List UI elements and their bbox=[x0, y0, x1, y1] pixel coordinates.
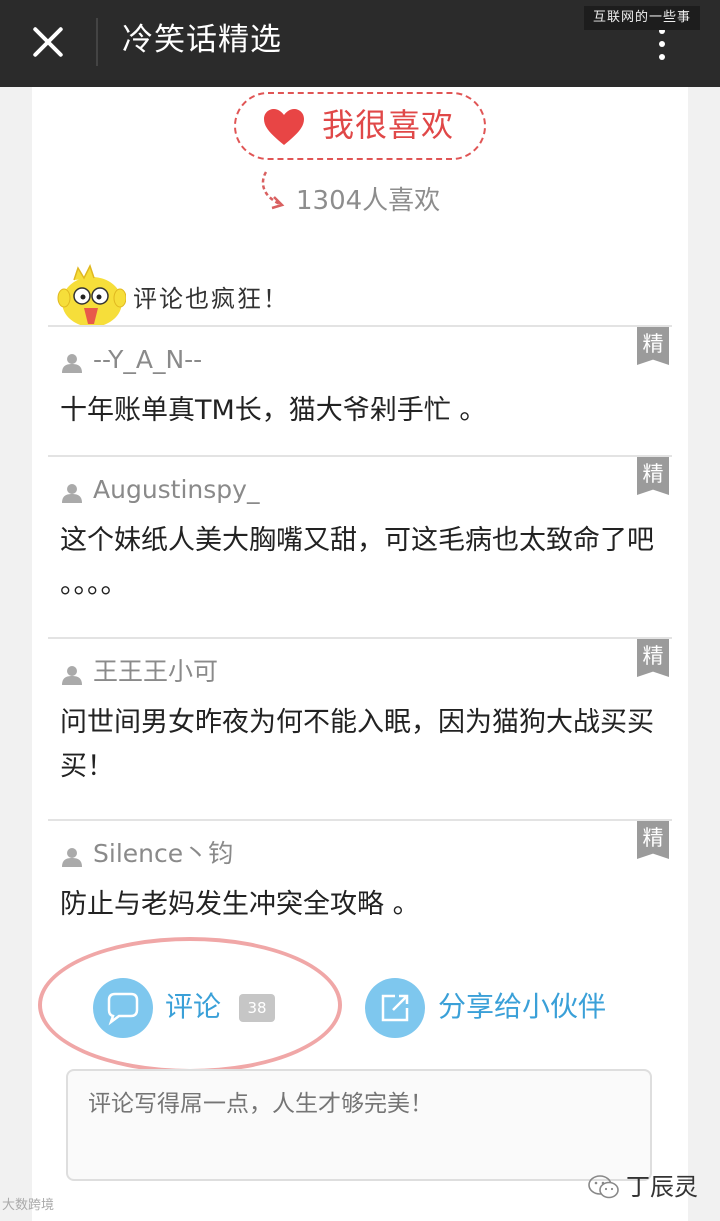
comment-input[interactable] bbox=[66, 1069, 652, 1181]
comment-text: 这个妹纸人美大胸嘴又甜，可这毛病也太致命了吧 。。。。 bbox=[60, 525, 654, 600]
like-count: 1304人喜欢 bbox=[296, 186, 441, 216]
user-icon bbox=[62, 848, 82, 867]
featured-badge: 精 bbox=[637, 639, 669, 677]
comment-username[interactable]: Silence丶钧 bbox=[93, 837, 233, 871]
page-title: 冷笑话精选 bbox=[122, 22, 282, 58]
share-button[interactable]: 分享给小伙伴 bbox=[365, 978, 625, 1038]
wechat-logo-icon bbox=[588, 1175, 619, 1199]
close-icon[interactable] bbox=[18, 14, 78, 74]
like-label[interactable]: 我很喜欢 bbox=[322, 102, 454, 148]
comment-text: 问世间男女昨夜为何不能入眠，因为猫狗大战买买买！ bbox=[60, 707, 654, 782]
comment-bubble-icon bbox=[93, 978, 153, 1038]
comment-item: Silence丶钧 防止与老妈发生冲突全攻略 。 精 bbox=[48, 821, 672, 931]
mascot-chick-icon bbox=[57, 264, 126, 327]
curved-arrow-icon bbox=[261, 171, 285, 210]
comment-count-badge: 38 bbox=[239, 994, 275, 1022]
user-icon bbox=[62, 484, 82, 503]
comment-username[interactable]: --Y_A_N-- bbox=[93, 343, 202, 377]
comment-text: 防止与老妈发生冲突全攻略 。 bbox=[60, 889, 420, 920]
comment-item: Augustinspy_ 这个妹纸人美大胸嘴又甜，可这毛病也太致命了吧 。。。。… bbox=[48, 457, 672, 637]
user-icon bbox=[62, 666, 82, 685]
comment-username[interactable]: 王王王小可 bbox=[93, 655, 218, 689]
comment-label[interactable]: 评论 bbox=[165, 987, 221, 1027]
share-icon bbox=[365, 978, 425, 1038]
comment-username[interactable]: Augustinspy_ bbox=[93, 473, 259, 507]
featured-badge: 精 bbox=[637, 457, 669, 495]
top-watermark: 互联网的一些事 bbox=[584, 6, 701, 30]
comments-heading: 评论也疯狂！ bbox=[133, 285, 289, 313]
bottom-left-watermark: 大数跨境 bbox=[2, 1198, 55, 1213]
heart-icon bbox=[264, 109, 304, 145]
topbar-divider bbox=[96, 18, 98, 66]
featured-badge: 精 bbox=[637, 821, 669, 859]
comment-button[interactable]: 评论 38 bbox=[93, 978, 283, 1038]
user-icon bbox=[62, 354, 82, 373]
comment-item: 王王王小可 问世间男女昨夜为何不能入眠，因为猫狗大战买买买！ 精 bbox=[48, 639, 672, 819]
comment-item: --Y_A_N-- 十年账单真TM长，猫大爷剁手忙 。 精 bbox=[48, 327, 672, 455]
top-bar: 冷笑话精选 互联网的一些事 bbox=[0, 0, 720, 87]
featured-badge: 精 bbox=[637, 327, 669, 365]
comment-text: 十年账单真TM长，猫大爷剁手忙 。 bbox=[60, 395, 487, 426]
share-label[interactable]: 分享给小伙伴 bbox=[438, 987, 606, 1027]
watermark-author: 丁辰灵 bbox=[626, 1173, 698, 1201]
